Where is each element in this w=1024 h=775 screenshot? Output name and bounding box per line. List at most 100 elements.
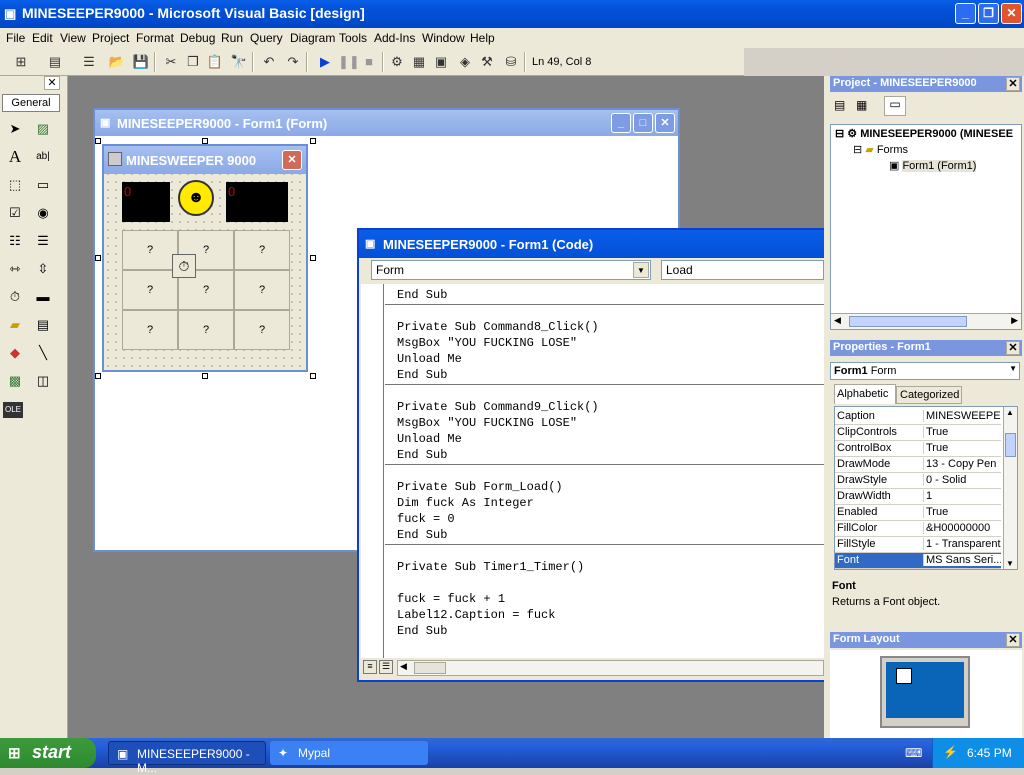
chevron-down-icon[interactable]: ▼ — [633, 262, 649, 278]
chevron-down-icon[interactable]: ▼ — [1009, 364, 1017, 373]
menu-format[interactable]: Format — [136, 31, 174, 45]
mine-cell[interactable]: ? — [122, 270, 178, 310]
code-window[interactable]: ▣ MINESEEPER9000 - Form1 (Code) Form ▼ L… — [357, 228, 824, 682]
paste-icon[interactable]: 📋 — [206, 53, 224, 71]
menu-view[interactable]: View — [60, 31, 86, 45]
data-view-icon[interactable]: ⛁ — [502, 53, 520, 71]
code-editor[interactable]: End Sub Private Sub Command8_Click() Msg… — [361, 284, 824, 658]
keyboard-icon[interactable]: ⌨ — [905, 746, 922, 760]
smiley-button[interactable]: ☻ — [178, 180, 214, 216]
copy-icon[interactable]: ❐ — [184, 53, 202, 71]
property-grid[interactable]: CaptionMINESWEEPER 9 ClipControlsTrue Co… — [834, 406, 1018, 570]
toggle-folders-icon[interactable]: ▭ — [884, 96, 906, 116]
resize-handle[interactable] — [310, 255, 316, 261]
form-layout-close-icon[interactable]: ✕ — [1006, 633, 1020, 647]
resize-handle[interactable] — [95, 255, 101, 261]
close-button[interactable]: ✕ — [1001, 3, 1022, 24]
property-row[interactable]: DrawWidth 1 — [835, 489, 1001, 505]
properties-titlebar[interactable]: Properties - Form1 ✕ — [830, 340, 1022, 356]
scroll-thumb[interactable] — [849, 316, 967, 327]
menu-query[interactable]: Query — [250, 31, 283, 45]
property-row-selected[interactable]: Font MS Sans Seri... — [835, 553, 1001, 569]
toolbox-icon[interactable]: ⚒ — [478, 53, 496, 71]
form-maximize-button[interactable]: □ — [633, 113, 653, 133]
minesweeper-titlebar[interactable]: MINESWEEPER 9000 ✕ — [104, 146, 306, 174]
save-icon[interactable]: 💾 — [132, 53, 150, 71]
properties-object-combo[interactable]: Form1 Form ▼ — [830, 362, 1020, 380]
object-combo[interactable]: Form ▼ — [371, 260, 651, 280]
open-icon[interactable]: 📂 — [108, 53, 126, 71]
resize-handle[interactable] — [202, 373, 208, 379]
commandbutton-icon[interactable]: ▭ — [31, 174, 55, 196]
picturebox-icon[interactable]: ▨ — [31, 118, 55, 140]
property-vscrollbar[interactable]: ▲ ▼ — [1003, 407, 1017, 569]
menu-editor-icon[interactable]: ☰ — [80, 53, 98, 71]
redo-icon[interactable]: ↷ — [284, 53, 302, 71]
cut-icon[interactable]: ✂ — [162, 53, 180, 71]
form-minimize-button[interactable]: _ — [611, 113, 631, 133]
line-icon[interactable]: ╲ — [31, 342, 55, 364]
scroll-up-icon[interactable]: ▲ — [1006, 408, 1014, 417]
properties-close-icon[interactable]: ✕ — [1006, 341, 1020, 355]
mine-cell[interactable]: ? — [122, 310, 178, 350]
form-close-button[interactable]: ✕ — [655, 113, 675, 133]
label-icon[interactable]: A — [3, 146, 27, 168]
start-icon[interactable]: ▶ — [316, 53, 334, 71]
resize-handle[interactable] — [310, 373, 316, 379]
end-icon[interactable]: ■ — [360, 53, 378, 71]
scroll-left-icon[interactable]: ◀ — [400, 661, 407, 672]
minimize-button[interactable]: _ — [955, 3, 976, 24]
menu-window[interactable]: Window — [422, 31, 465, 45]
menu-edit[interactable]: Edit — [32, 31, 53, 45]
view-code-icon[interactable]: ▤ — [834, 98, 852, 114]
network-icon[interactable]: ⚡ — [943, 745, 958, 759]
textbox-icon[interactable]: ab| — [31, 146, 55, 168]
find-icon[interactable]: 🔭 — [230, 53, 248, 71]
form-layout-titlebar[interactable]: Form Layout ✕ — [830, 632, 1022, 648]
mine-cell[interactable]: ? — [234, 270, 290, 310]
tree-root[interactable]: ⊟ ⚙ MINESEEPER9000 (MINESEE — [835, 127, 1013, 140]
scroll-left-icon[interactable]: ◀ — [834, 315, 841, 326]
start-button[interactable]: ⊞ start — [0, 738, 96, 768]
mine-cell[interactable]: ? — [234, 230, 290, 270]
property-row[interactable]: ControlBox True — [835, 441, 1001, 457]
timer-icon[interactable]: ⏱ — [3, 286, 27, 308]
project-close-icon[interactable]: ✕ — [1006, 77, 1020, 91]
property-row[interactable]: CaptionMINESWEEPER 9 — [835, 409, 1001, 425]
mine-cell[interactable]: ? — [234, 310, 290, 350]
hscrollbar-icon[interactable]: ⇿ — [3, 258, 27, 280]
project-explorer-icon[interactable]: ⚙ — [388, 53, 406, 71]
form-designer-titlebar[interactable]: ▣ MINESEEPER9000 - Form1 (Form) _ □ ✕ — [95, 110, 678, 136]
mine-cell[interactable]: ? — [178, 310, 234, 350]
property-row[interactable]: DrawMode 13 - Copy Pen — [835, 457, 1001, 473]
add-project-icon[interactable]: ⊞ — [12, 53, 30, 71]
tree-item-form1[interactable]: ▣ Form1 (Form1) — [889, 159, 977, 172]
resize-handle[interactable] — [95, 138, 101, 144]
form-layout-icon[interactable]: ▣ — [432, 53, 450, 71]
toolbox-close-icon[interactable]: ✕ — [44, 76, 60, 90]
procedure-combo[interactable]: Load — [661, 260, 824, 280]
resize-handle[interactable] — [310, 138, 316, 144]
object-browser-icon[interactable]: ◈ — [456, 53, 474, 71]
full-module-view-icon[interactable]: ☰ — [379, 660, 393, 674]
form-position-preview[interactable] — [896, 668, 912, 684]
menu-diagram[interactable]: Diagram — [290, 31, 335, 45]
view-object-icon[interactable]: ▦ — [856, 98, 874, 114]
project-tree[interactable]: ⊟ ⚙ MINESEEPER9000 (MINESEE ⊟ ▰ Forms ▣ … — [830, 124, 1022, 330]
break-icon[interactable]: ❚❚ — [338, 53, 360, 71]
procedure-view-icon[interactable]: ≡ — [363, 660, 377, 674]
menu-addins[interactable]: Add-Ins — [374, 31, 415, 45]
combobox-icon[interactable]: ☷ — [3, 230, 27, 252]
clock[interactable]: 6:45 PM — [967, 746, 1012, 760]
timer-control-icon[interactable]: ⏱ — [172, 254, 196, 278]
menu-project[interactable]: Project — [92, 31, 129, 45]
taskbar-item-mypal[interactable]: ✦ Mypal — [270, 741, 428, 765]
menu-file[interactable]: File — [6, 31, 25, 45]
undo-icon[interactable]: ↶ — [260, 53, 278, 71]
checkbox-icon[interactable]: ☑ — [3, 202, 27, 224]
listbox-icon[interactable]: ☰ — [31, 230, 55, 252]
pointer-icon[interactable]: ➤ — [3, 118, 27, 140]
scroll-down-icon[interactable]: ▼ — [1006, 559, 1014, 568]
frame-icon[interactable]: ⬚ — [3, 174, 27, 196]
code-window-titlebar[interactable]: ▣ MINESEEPER9000 - Form1 (Code) — [359, 230, 824, 258]
